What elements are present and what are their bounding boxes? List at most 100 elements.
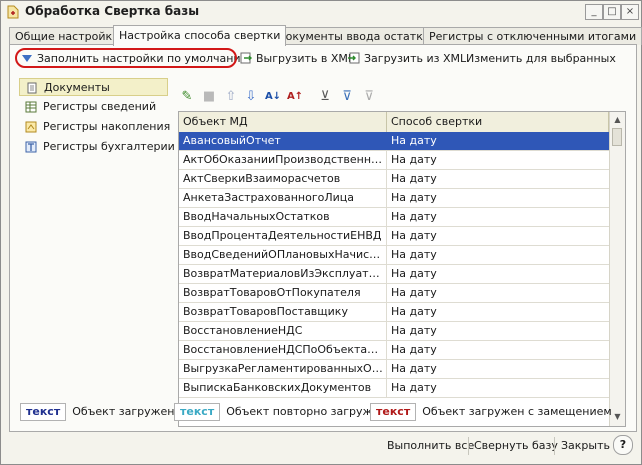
cell-object[interactable]: ВозвратТоваровОтПокупателя bbox=[179, 284, 387, 302]
close-window-button[interactable]: × bbox=[621, 4, 639, 20]
export-xml-button[interactable]: Выгрузить в XML bbox=[239, 50, 354, 68]
scroll-thumb[interactable] bbox=[612, 128, 622, 146]
minimize-button[interactable]: _ bbox=[585, 4, 603, 20]
tab-registers-disabled-totals[interactable]: Регистры с отключенными итогами bbox=[423, 27, 642, 45]
cell-method[interactable]: На дату bbox=[387, 151, 609, 169]
import-xml-label: Загрузить из XML bbox=[364, 52, 467, 65]
tab-strip: Общие настройки Настройка способа свертк… bbox=[9, 25, 642, 46]
table-header: Объект МД Способ свертки bbox=[179, 112, 609, 133]
legend-label: Объект повторно загружен bbox=[226, 405, 387, 418]
filter-icon[interactable]: ⊻ bbox=[316, 88, 334, 106]
close-button[interactable]: Закрыть bbox=[561, 437, 610, 455]
cell-object[interactable]: АвансовыйОтчет bbox=[179, 132, 387, 150]
maximize-button[interactable]: □ bbox=[603, 4, 621, 20]
legend-sample: текст bbox=[174, 403, 221, 421]
cell-object[interactable]: ВводПроцентаДеятельностиЕНВД bbox=[179, 227, 387, 245]
cell-object[interactable]: ВыпискаБанковскихДокументов bbox=[179, 379, 387, 397]
cell-object[interactable]: АктСверкиВзаиморасчетов bbox=[179, 170, 387, 188]
object-type-info-registers[interactable]: Регистры сведений bbox=[19, 98, 168, 116]
edit-icon[interactable]: ✎ bbox=[178, 88, 196, 106]
object-type-accounting-registers[interactable]: Регистры бухгалтерии bbox=[19, 138, 175, 156]
legend-label: Объект загружен bbox=[72, 405, 175, 418]
info-register-icon bbox=[25, 101, 37, 113]
table-row[interactable]: ВозвратТоваровОтПокупателя На дату bbox=[179, 284, 609, 303]
window-title: Обработка Свертка базы bbox=[25, 4, 200, 18]
settings-table: Объект МД Способ свертки АвансовыйОтчет Н… bbox=[178, 111, 626, 427]
cell-object[interactable]: ВводСведенийОПлановыхНачислениях bbox=[179, 246, 387, 264]
table-row[interactable]: ВозвратМатериаловИзЭксплуатации На дату bbox=[179, 265, 609, 284]
legend-sample: текст bbox=[20, 403, 67, 421]
cell-method[interactable]: На дату bbox=[387, 265, 609, 283]
app-icon bbox=[7, 5, 19, 19]
cell-method[interactable]: На дату bbox=[387, 170, 609, 188]
collapse-base-button[interactable]: Свернуть базу bbox=[474, 437, 558, 455]
cell-object[interactable]: ВосстановлениеНДС bbox=[179, 322, 387, 340]
export-xml-label: Выгрузить в XML bbox=[256, 52, 355, 65]
object-type-documents[interactable]: Документы bbox=[19, 78, 168, 96]
accounting-register-icon bbox=[25, 141, 37, 153]
object-type-label: Документы bbox=[44, 81, 110, 94]
table-row[interactable]: ВозвратТоваровПоставщику На дату bbox=[179, 303, 609, 322]
footer-separator bbox=[554, 437, 555, 455]
table-row[interactable]: ВводПроцентаДеятельностиЕНВД На дату bbox=[179, 227, 609, 246]
table-row[interactable]: ВводНачальныхОстатков На дату bbox=[179, 208, 609, 227]
run-all-button[interactable]: Выполнить все bbox=[387, 437, 474, 455]
legend-loaded: текст Объект загружен bbox=[20, 402, 174, 422]
table-row[interactable]: ВосстановлениеНДС На дату bbox=[179, 322, 609, 341]
filter-current-icon[interactable]: ⊽ bbox=[338, 88, 356, 106]
column-header-object[interactable]: Объект МД bbox=[179, 112, 387, 132]
tab-general-settings[interactable]: Общие настройки bbox=[9, 27, 126, 45]
cell-object[interactable]: ВыгрузкаРегламентированныхОтчетов bbox=[179, 360, 387, 378]
object-type-accumulation-registers[interactable]: Регистры накопления bbox=[19, 118, 170, 136]
clear-filter-icon[interactable]: ⊽ bbox=[360, 88, 378, 106]
footer-bar: Выполнить все Свернуть базу Закрыть ? bbox=[1, 431, 641, 464]
table-row[interactable]: ВыпискаБанковскихДокументов На дату bbox=[179, 379, 609, 398]
export-icon bbox=[240, 52, 252, 64]
table-row[interactable]: ВосстановлениеНДСПоОбъектамНедвижимостиН… bbox=[179, 341, 609, 360]
cell-method[interactable]: На дату bbox=[387, 303, 609, 321]
scroll-down-icon[interactable]: ▼ bbox=[611, 410, 624, 424]
cell-method[interactable]: На дату bbox=[387, 322, 609, 340]
tab-collapse-method-settings[interactable]: Настройка способа свертки bbox=[113, 25, 287, 46]
cell-method[interactable]: На дату bbox=[387, 227, 609, 245]
cell-method[interactable]: На дату bbox=[387, 379, 609, 397]
sort-ascending-icon[interactable]: A↓ bbox=[264, 88, 282, 106]
change-selected-button[interactable]: Изменить для выбранных bbox=[466, 50, 616, 68]
cell-method[interactable]: На дату bbox=[387, 208, 609, 226]
cell-object[interactable]: ВосстановлениеНДСПоОбъектамНедвижимости bbox=[179, 341, 387, 359]
scroll-up-icon[interactable]: ▲ bbox=[611, 113, 624, 127]
move-down-icon[interactable]: ⇩ bbox=[242, 88, 260, 106]
legend-sample: текст bbox=[370, 403, 417, 421]
cell-object[interactable]: АнкетаЗастрахованногоЛица bbox=[179, 189, 387, 207]
sort-descending-icon[interactable]: A↑ bbox=[286, 88, 304, 106]
move-up-icon[interactable]: ⇧ bbox=[222, 88, 240, 106]
save-icon[interactable]: ■ bbox=[200, 88, 218, 106]
cell-object[interactable]: ВозвратТоваровПоставщику bbox=[179, 303, 387, 321]
cell-method[interactable]: На дату bbox=[387, 246, 609, 264]
table-row[interactable]: АктОбОказанииПроизводственныхУслугНа дат… bbox=[179, 151, 609, 170]
cell-method[interactable]: На дату bbox=[387, 360, 609, 378]
cell-method[interactable]: На дату bbox=[387, 189, 609, 207]
title-bar: Обработка Свертка базы _ □ × bbox=[1, 1, 641, 23]
table-row[interactable]: АктСверкиВзаиморасчетов На дату bbox=[179, 170, 609, 189]
cell-object[interactable]: АктОбОказанииПроизводственныхУслуг bbox=[179, 151, 387, 169]
help-icon[interactable]: ? bbox=[613, 435, 633, 455]
vertical-scrollbar[interactable]: ▲ ▼ bbox=[609, 112, 625, 426]
cell-method[interactable]: На дату bbox=[387, 341, 609, 359]
import-xml-button[interactable]: Загрузить из XML bbox=[347, 50, 466, 68]
footer-separator bbox=[468, 437, 469, 455]
table-row[interactable]: АвансовыйОтчет На дату bbox=[179, 132, 609, 151]
cell-object[interactable]: ВозвратМатериаловИзЭксплуатации bbox=[179, 265, 387, 283]
accumulation-register-icon bbox=[25, 121, 37, 133]
table-row[interactable]: АнкетаЗастрахованногоЛица На дату bbox=[179, 189, 609, 208]
cell-method[interactable]: На дату bbox=[387, 132, 609, 150]
legend-reloaded: текст Объект повторно загружен bbox=[174, 402, 386, 422]
table-row[interactable]: ВводСведенийОПлановыхНачисленияхНа дату bbox=[179, 246, 609, 265]
tab-opening-balance-documents[interactable]: Документы ввода остатков bbox=[271, 27, 443, 45]
table-row[interactable]: ВыгрузкаРегламентированныхОтчетовНа дату bbox=[179, 360, 609, 379]
import-icon bbox=[348, 52, 360, 64]
object-type-label: Регистры сведений bbox=[43, 100, 157, 113]
cell-method[interactable]: На дату bbox=[387, 284, 609, 302]
column-header-method[interactable]: Способ свертки bbox=[387, 112, 609, 132]
cell-object[interactable]: ВводНачальныхОстатков bbox=[179, 208, 387, 226]
